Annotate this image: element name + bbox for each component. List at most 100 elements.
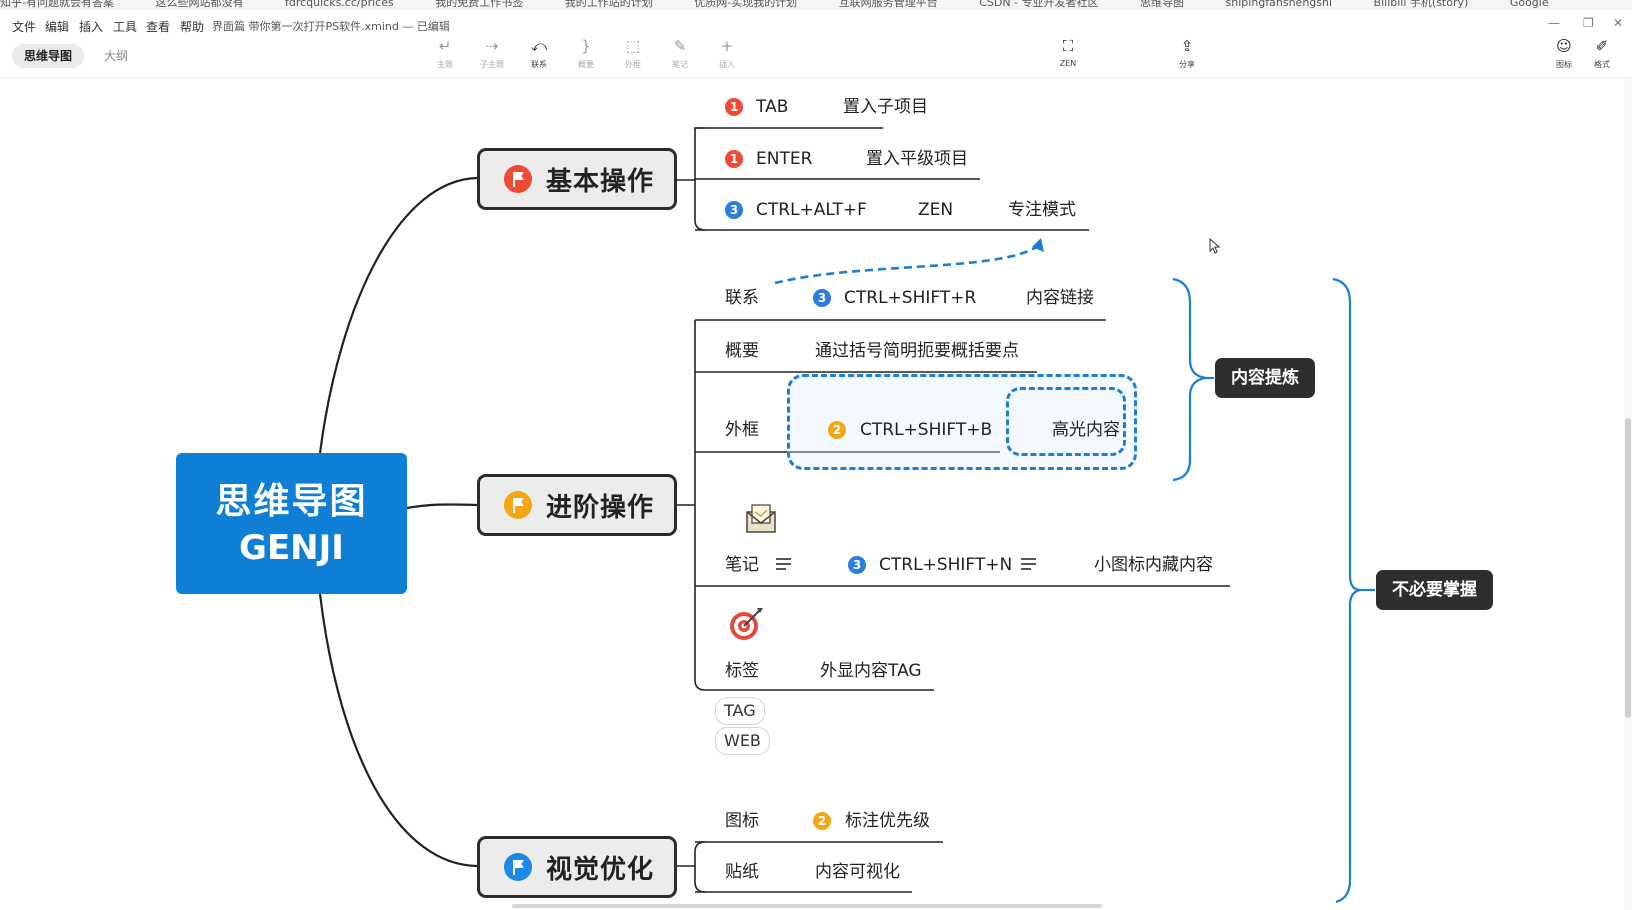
menu-bar: 文件 编辑 插入 工具 查看 帮助 界面篇 带你第一次打开PS软件.xmind … (0, 14, 900, 36)
summary-topic-not-required[interactable]: 不必要掌握 (1376, 570, 1493, 610)
menu-tools[interactable]: 工具 (113, 18, 137, 35)
toolbar-summary-label: 概要 (578, 60, 594, 69)
menu-insert[interactable]: 插入 (79, 18, 103, 35)
plus-icon: + (720, 37, 734, 55)
main-topic-basic[interactable]: 基本操作 (477, 148, 677, 210)
main-topic-advanced[interactable]: 进阶操作 (477, 474, 677, 536)
subtopic-key[interactable]: ENTER (756, 148, 812, 170)
subtopic-key[interactable]: CTRL+SHIFT+N (879, 554, 1012, 576)
orange-flag-icon (504, 491, 532, 519)
toolbar-insert-label: 插入 (719, 60, 735, 69)
main-topic-label: 视觉优化 (546, 854, 655, 885)
close-icon[interactable]: ✕ (1613, 16, 1623, 30)
toolbar-boundary-label: 外框 (625, 60, 641, 69)
tag-pill[interactable]: WEB (715, 727, 770, 755)
central-topic[interactable]: 思维导图 GENJI (176, 453, 407, 594)
note-lines-icon[interactable] (776, 558, 791, 570)
subtopic-desc[interactable]: 内容链接 (1026, 287, 1094, 309)
toolbar-icon-panel-button[interactable]: ☺ 图标 (1544, 36, 1584, 70)
toolbar-zen-button[interactable]: ⛶ ZEN (1048, 36, 1088, 68)
minimize-icon[interactable]: — (1548, 16, 1560, 30)
subtopic-desc[interactable]: 外显内容TAG (820, 660, 922, 682)
vertical-scrollbar-thumb[interactable] (1625, 418, 1631, 718)
blue-flag-icon (504, 853, 532, 881)
toolbar-share-label: 分享 (1179, 60, 1195, 69)
toolbar-format-button[interactable]: ✐ 格式 (1582, 36, 1622, 70)
xmind-app: 知乎-有问题就会有答案 这么些网站都没有 fdrcquicks.cc/price… (0, 0, 1632, 910)
main-topic-visual[interactable]: 视觉优化 (477, 836, 677, 898)
subtopic-summary-label[interactable]: 概要 (725, 340, 759, 362)
bookmark-item[interactable]: Bilibili 手机(story) (1374, 0, 1469, 9)
subtopic-desc[interactable]: 通过括号简明扼要概括要点 (815, 340, 1019, 362)
bookmark-item[interactable]: 这么些网站都没有 (155, 0, 243, 9)
smiley-icon: ☺ (1556, 37, 1572, 55)
subtopic-tag-label[interactable]: 标签 (725, 660, 759, 682)
topic-icon: ↵ (438, 37, 452, 55)
subtopic-sticker-label[interactable]: 贴纸 (725, 861, 759, 883)
document-title: 界面篇 带你第一次打开PS软件.xmind — 已编辑 (212, 20, 450, 33)
toolbar-relationship-button[interactable]: ⤺ 联系 (519, 36, 559, 70)
red-flag-icon (504, 165, 532, 193)
toolbar-topic-label: 主题 (437, 60, 453, 69)
bookmark-item[interactable]: Google (1510, 0, 1549, 9)
subtopic-key[interactable]: CTRL+SHIFT+B (860, 419, 992, 441)
toolbar-boundary-button[interactable]: ⬚ 外框 (613, 36, 653, 70)
note-icon: ✎ (673, 37, 687, 55)
subtopic-mode[interactable]: ZEN (918, 199, 953, 221)
toolbar-format-label: 格式 (1594, 60, 1610, 69)
horizontal-scrollbar-thumb[interactable] (512, 904, 1102, 908)
toolbar-divider (0, 77, 1632, 78)
bookmark-item[interactable]: shipingfanshengshi (1226, 0, 1333, 9)
subtopic-icon-label[interactable]: 图标 (725, 810, 759, 832)
vertical-scrollbar[interactable] (1624, 78, 1632, 910)
subtopic-desc[interactable]: 置入子项目 (843, 96, 928, 118)
subtopic-desc[interactable]: 高光内容 (1052, 419, 1120, 441)
toolbar-subtopic-button[interactable]: ⇢ 子主题 (472, 36, 512, 70)
boundary-icon: ⬚ (625, 37, 641, 55)
subtopic-desc[interactable]: 小图标内藏内容 (1094, 554, 1213, 576)
note-lines-icon[interactable] (1021, 558, 1036, 570)
tab-outline[interactable]: 大纲 (92, 44, 140, 68)
subtopic-desc[interactable]: 专注模式 (1008, 199, 1076, 221)
bookmark-item[interactable]: CSDN - 专业开发者社区 (979, 0, 1098, 9)
menu-view[interactable]: 查看 (146, 18, 170, 35)
subtopic-relationship-label[interactable]: 联系 (725, 287, 759, 309)
menu-edit[interactable]: 编辑 (45, 18, 69, 35)
subtopic-desc[interactable]: 标注优先级 (845, 810, 930, 832)
priority-1-icon: 1 (725, 98, 743, 116)
subtopic-key[interactable]: CTRL+SHIFT+R (844, 287, 976, 309)
toolbar-summary-button[interactable]: } 概要 (566, 36, 606, 70)
restore-icon[interactable]: ❐ (1583, 16, 1594, 30)
bookmark-item[interactable]: 知乎-有问题就会有答案 (0, 0, 114, 9)
priority-2-icon: 2 (828, 421, 846, 439)
bookmark-item[interactable]: 思维导图 (1140, 0, 1184, 9)
subtopic-note-label[interactable]: 笔记 (725, 554, 759, 576)
tag-pill[interactable]: TAG (715, 697, 765, 725)
subtopic-key[interactable]: CTRL+ALT+F (756, 199, 867, 221)
bookmark-item[interactable]: 我的工作站的计划 (565, 0, 653, 9)
toolbar-note-button[interactable]: ✎ 笔记 (660, 36, 700, 70)
toolbar-relationship-label: 联系 (531, 60, 547, 69)
menu-help[interactable]: 帮助 (180, 18, 204, 35)
subtopic-desc[interactable]: 置入平级项目 (866, 148, 968, 170)
subtopic-desc[interactable]: 内容可视化 (815, 861, 900, 883)
bookmark-item[interactable]: 互联网服务管理平台 (839, 0, 938, 9)
bookmark-item[interactable]: 我的免费工作书签 (435, 0, 523, 9)
toolbar-icon-label: 图标 (1556, 60, 1572, 69)
toolbar-topic-button[interactable]: ↵ 主题 (425, 36, 465, 70)
menu-file[interactable]: 文件 (12, 18, 36, 35)
priority-3-icon: 3 (813, 289, 831, 307)
central-topic-subtitle: GENJI (239, 527, 344, 568)
relationship-icon: ⤺ (530, 37, 548, 55)
subtopic-key[interactable]: TAB (756, 96, 788, 118)
bookmark-item[interactable]: 优质网-实现我的计划 (694, 0, 797, 9)
subtopic-boundary-label[interactable]: 外框 (725, 419, 759, 441)
toolbar-subtopic-label: 子主题 (480, 60, 504, 69)
toolbar-share-button[interactable]: ⇪ 分享 (1167, 36, 1207, 70)
tab-mindmap[interactable]: 思维导图 (12, 44, 85, 68)
toolbar-insert-button[interactable]: + 插入 (707, 36, 747, 70)
summary-topic-content-refine[interactable]: 内容提炼 (1215, 358, 1315, 398)
priority-2-icon: 2 (813, 812, 831, 830)
mouse-cursor-icon (1209, 238, 1221, 254)
bookmark-item[interactable]: fdrcquicks.cc/prices (285, 0, 394, 9)
